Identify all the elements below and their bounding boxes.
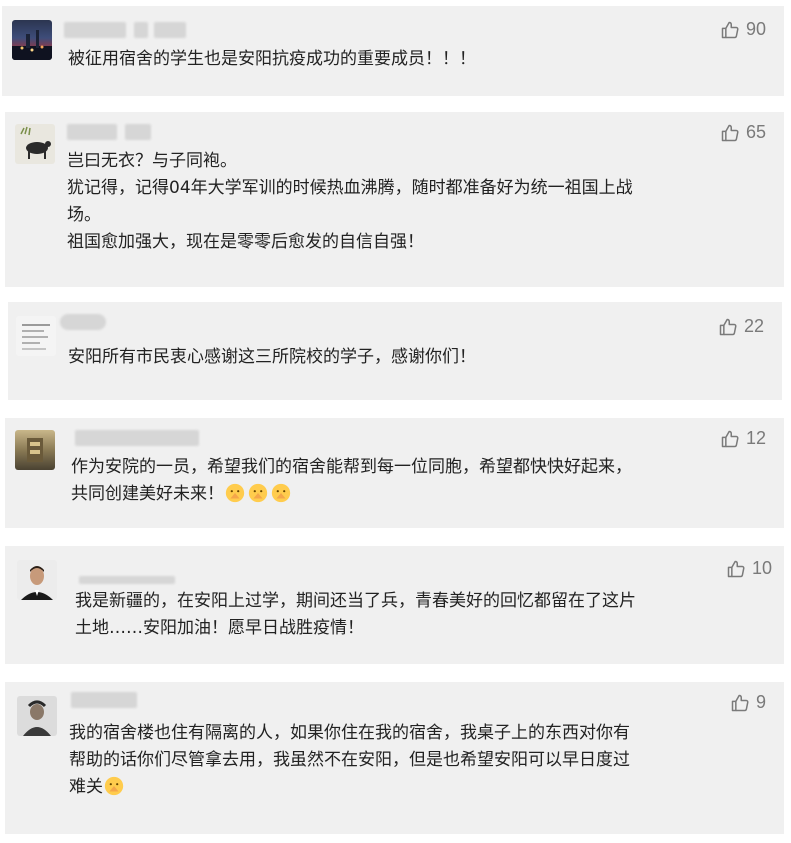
comment-card: 9 我的宿舍楼也住有隔离的人，如果你住在我的宿舍，我桌子上的东西对你有 帮助的话…: [5, 682, 784, 834]
like-count: 22: [743, 316, 764, 336]
comment-text: 我是新疆的，在安阳上过学，期间还当了兵，青春美好的回忆都留在了这片 土地……安阳…: [75, 588, 636, 642]
avatar[interactable]: [15, 124, 55, 164]
username-blurred[interactable]: [67, 124, 197, 140]
username-blurred[interactable]: [75, 430, 215, 446]
thumbs-up-icon: [721, 124, 739, 141]
username-blurred[interactable]: [71, 692, 161, 708]
comment-line: 安阳所有市民衷心感谢这三所院校的学子，感谢你们！: [68, 347, 476, 367]
avatar[interactable]: [12, 20, 52, 60]
comment-line: 帮助的话你们尽管拿去用，我虽然不在安阳，但是也希望安阳可以早日度过: [69, 750, 630, 770]
comment-text: 岂曰无衣？与子同袍。 犹记得，记得04年大学军训的时候热血沸腾，随时都准备好为统…: [67, 148, 633, 256]
like-button[interactable]: 65: [720, 122, 766, 143]
comment-text: 作为安院的一员，希望我们的宿舍能帮到每一位同胞，希望都快快好起来， 共同创建美好…: [71, 454, 632, 508]
comment-card: 90 被征用宿舍的学生也是安阳抗疫成功的重要成员！！！: [2, 6, 784, 96]
like-count: 9: [755, 692, 766, 712]
comment-line: 祖国愈加强大，现在是零零后愈发的自信自强！: [67, 232, 424, 252]
thumbs-up-icon: [731, 694, 749, 711]
comment-card: 12 作为安院的一员，希望我们的宿舍能帮到每一位同胞，希望都快快好起来， 共同创…: [5, 418, 784, 528]
thumbs-up-icon: [721, 21, 739, 38]
comment-line: 岂曰无衣？与子同袍。: [67, 151, 237, 171]
avatar[interactable]: [17, 560, 57, 600]
comment-line: 被征用宿舍的学生也是安阳抗疫成功的重要成员！！！: [68, 49, 476, 69]
comment-card: 65 岂曰无衣？与子同袍。 犹记得，记得04年大学军训的时候热血沸腾，随时都准备…: [5, 112, 784, 287]
like-count: 12: [745, 428, 766, 448]
pray-hands-emoji: [225, 483, 245, 503]
pray-hands-emoji: [248, 483, 268, 503]
like-count: 65: [745, 122, 766, 142]
avatar[interactable]: [17, 696, 57, 736]
username-blurred[interactable]: [79, 570, 189, 586]
comment-line: 土地……安阳加油！愿早日战胜疫情！: [75, 618, 364, 638]
comment-line: 我的宿舍楼也住有隔离的人，如果你住在我的宿舍，我桌子上的东西对你有: [69, 723, 630, 743]
comment-line: 共同创建美好未来！: [71, 481, 632, 508]
thumbs-up-icon: [727, 560, 745, 577]
comment-line: 场。: [67, 205, 101, 225]
comment-line: 难关: [69, 774, 630, 801]
avatar[interactable]: [16, 316, 56, 356]
avatar[interactable]: [15, 430, 55, 470]
thumbs-up-icon: [721, 430, 739, 447]
like-button[interactable]: 9: [730, 692, 766, 713]
comment-line: 我是新疆的，在安阳上过学，期间还当了兵，青春美好的回忆都留在了这片: [75, 591, 636, 611]
thumbs-up-icon: [719, 318, 737, 335]
like-button[interactable]: 10: [726, 558, 772, 579]
comment-text: 被征用宿舍的学生也是安阳抗疫成功的重要成员！！！: [68, 46, 476, 73]
comment-card: 22 安阳所有市民衷心感谢这三所院校的学子，感谢你们！: [8, 302, 782, 400]
comment-text: 安阳所有市民衷心感谢这三所院校的学子，感谢你们！: [68, 344, 476, 371]
username-blurred[interactable]: [64, 22, 214, 38]
comment-line: 犹记得，记得04年大学军训的时候热血沸腾，随时都准备好为统一祖国上战: [67, 178, 633, 198]
like-count: 90: [745, 19, 766, 39]
pray-hands-emoji: [104, 776, 124, 796]
comment-card: 10 我是新疆的，在安阳上过学，期间还当了兵，青春美好的回忆都留在了这片 土地……: [5, 546, 784, 664]
comment-line: 作为安院的一员，希望我们的宿舍能帮到每一位同胞，希望都快快好起来，: [71, 457, 632, 477]
username-blurred[interactable]: [60, 314, 140, 330]
comment-text: 我的宿舍楼也住有隔离的人，如果你住在我的宿舍，我桌子上的东西对你有 帮助的话你们…: [69, 720, 630, 801]
pray-hands-emoji: [271, 483, 291, 503]
like-button[interactable]: 90: [720, 19, 766, 40]
like-button[interactable]: 22: [718, 316, 764, 337]
like-count: 10: [751, 558, 772, 578]
like-button[interactable]: 12: [720, 428, 766, 449]
